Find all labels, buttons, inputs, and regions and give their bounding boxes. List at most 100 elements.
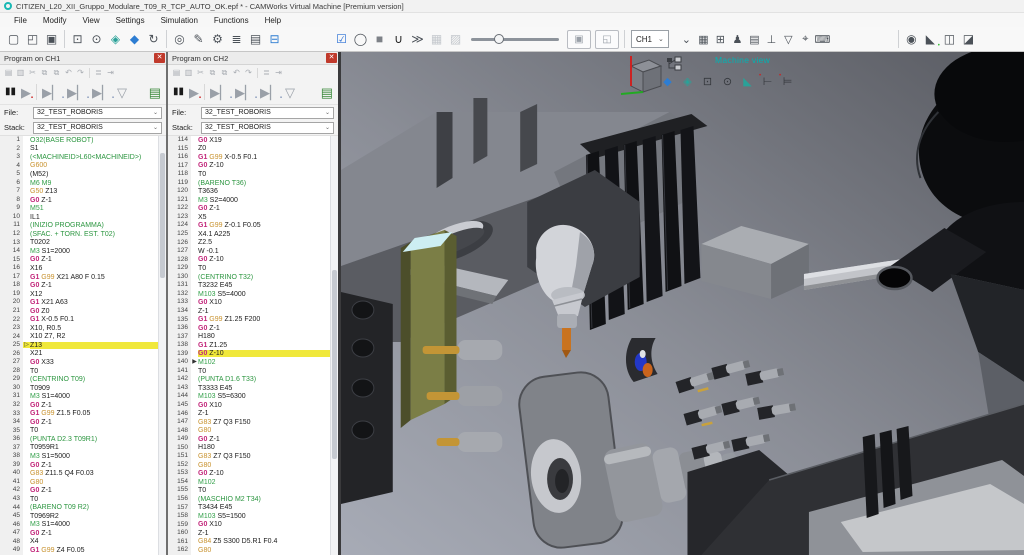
gcode-line[interactable]: 142(PUNTA D1.6 T33) [168,375,331,384]
gcode-line[interactable]: 155T0 [168,486,331,495]
gcode-line[interactable]: 128G0 Z-10 [168,256,331,265]
edit-tool-icon[interactable]: ↶ [63,68,74,77]
gcode-line[interactable]: 129T0 [168,264,331,273]
video-record-button[interactable]: ◫ [940,30,959,49]
gcode-line[interactable]: 21G0 Z0 [0,307,159,316]
gcode-line[interactable]: 158M103 S5=1500 [168,512,331,521]
gcode-line[interactable]: 34G0 Z-1 [0,418,159,427]
gcode-line[interactable]: 38M3 S1=5000 [0,452,159,461]
file-select[interactable]: 32_TEST_ROBORIS ⌄ [201,107,334,119]
gcode-line[interactable]: 23X10, R0.5 [0,324,159,333]
gcode-line[interactable]: 29(CENTRINO T09) [0,375,159,384]
gcode-line[interactable]: 8G0 Z-1 [0,196,159,205]
gcode-line[interactable]: 118T0 [168,170,331,179]
selection-tree-icon[interactable] [666,56,682,72]
step-out-button[interactable]: ▶▏▪ [260,86,280,99]
hold-button[interactable]: ∪ [389,30,408,49]
gcode-line[interactable]: 30T0909 [0,384,159,393]
gcode-line[interactable]: 134Z-1 [168,307,331,316]
doc-button[interactable]: ▤ [149,86,161,99]
stack-select[interactable]: 32_TEST_ROBORIS ⌄ [201,122,334,134]
jog-control-button[interactable]: ⌖ [797,30,814,49]
stop-button[interactable]: ■ [370,30,389,49]
gcode-line[interactable]: 115Z0 [168,145,331,154]
zoom-window-button[interactable]: ⊙ [87,30,106,49]
snapshot-button[interactable]: ▨ [446,30,465,49]
edit-tool-icon[interactable]: ↶ [231,68,242,77]
scrollbar[interactable] [158,136,166,555]
fit-extents-button[interactable]: ⊡ [68,30,87,49]
gcode-line[interactable]: 125X4.1 A225 [168,230,331,239]
gcode-line[interactable]: 1O32(BASE ROBOT) [0,136,159,145]
simulate-toggle[interactable]: ☑ [332,30,351,49]
shaded-cube-icon[interactable]: ◆ [659,73,676,90]
gcode-line[interactable]: 33G1 G99 Z1.5 F0.05 [0,410,159,419]
gcode-line[interactable]: 151G83 Z7 Q3 F150 [168,452,331,461]
gcode-line[interactable]: 4G600 [0,162,159,171]
measure-button[interactable]: ◣• [921,30,940,49]
step-over-button[interactable]: ▶▏▪ [42,86,62,99]
find-button[interactable]: ◎ [170,30,189,49]
gcode-line[interactable]: 138G1 Z1.25 [168,341,331,350]
edit-tool-icon[interactable]: ✂ [195,68,206,77]
edit-tool-icon[interactable]: ⇥ [273,68,284,77]
gcode-line[interactable]: 47G0 Z-1 [0,529,159,538]
monitor-settings-button[interactable]: ⊞ [712,30,729,49]
gcode-line[interactable]: 135G1 G99 Z1.25 F200 [168,315,331,324]
gcode-line[interactable]: 156(MASCHIO M2 T34) [168,495,331,504]
gcode-line[interactable]: 40G83 Z11.5 Q4 F0.03 [0,469,159,478]
gcode-line[interactable]: 141T0 [168,367,331,376]
gcode-line[interactable]: 133G0 X10 [168,298,331,307]
gcode-line[interactable]: 117G0 Z-10 [168,162,331,171]
virtual-monitor-button[interactable]: ⊟ [265,30,284,49]
gcode-line[interactable]: 46M3 S1=4000 [0,521,159,530]
edit-tool-icon[interactable]: ✂ [27,68,38,77]
gcode-line[interactable]: 153G0 Z-10 [168,469,331,478]
gcode-line[interactable]: 157T3434 E45 [168,504,331,513]
fast-forward-button[interactable]: ≫ [408,30,427,49]
zoom-window-icon[interactable]: ⊙ [719,73,736,90]
image-export-button[interactable]: ▣ [567,30,591,49]
process-tree-button[interactable]: ≣ [227,30,246,49]
gcode-line[interactable]: 26X21 [0,350,159,359]
save-file-button[interactable]: ▣ [42,30,61,49]
gcode-line[interactable]: 48X4 [0,538,159,547]
gcode-line[interactable]: 35T0 [0,427,159,436]
gcode-line[interactable]: 32G0 Z-1 [0,401,159,410]
gcode-line[interactable]: 122G0 Z-1 [168,204,331,213]
stack-select[interactable]: 32_TEST_ROBORIS ⌄ [33,122,162,134]
gcode-line[interactable]: 14M3 S1=2000 [0,247,159,256]
gcode-line[interactable]: 145G0 X10 [168,401,331,410]
gcode-line[interactable]: 10IL1 [0,213,159,222]
gcode-line[interactable]: 2S1 [0,145,159,154]
record-button[interactable]: ▦ [427,30,446,49]
kinematic-tree-alt-icon[interactable]: ⊨• [779,73,796,90]
step-over-button[interactable]: ▶▏▪ [210,86,230,99]
gcode-line[interactable]: 159G0 X10 [168,521,331,530]
channel-select[interactable]: CH1⌄ [631,30,669,48]
machine-3d-scene[interactable] [341,52,1024,555]
gcode-line[interactable]: 162G80 [168,546,331,555]
step-into-button[interactable]: ▶▏▪ [67,86,87,99]
gcode-line[interactable]: 39G0 Z-1 [0,461,159,470]
edit-tool-icon[interactable]: ≣ [261,68,272,77]
edit-tool-icon[interactable]: ⧉ [51,68,62,78]
tool-manager-button[interactable]: ⊥ [763,30,780,49]
panel-header[interactable]: Program on CH2 ✕ [168,52,338,65]
gcode-line[interactable]: 139G0 Z-10 [168,350,331,359]
gcode-line[interactable]: 149G0 Z-1 [168,435,331,444]
open-file-button[interactable]: ◰ [23,30,42,49]
file-select[interactable]: 32_TEST_ROBORIS ⌄ [33,107,162,119]
edit-tool-icon[interactable]: ▥ [183,68,194,77]
kinematic-tree-icon[interactable]: ⊢• [759,73,776,90]
edit-program-button[interactable]: ✎ [189,30,208,49]
menu-settings[interactable]: Settings [108,16,153,25]
gcode-line[interactable]: 120T3636 [168,187,331,196]
clipped-edge-button[interactable]: ◪ [959,30,978,49]
part-catcher-button[interactable]: ▽ [780,30,797,49]
gcode-line[interactable]: 7G50 Z13 [0,187,159,196]
gcode-line[interactable]: 44(BARENO T09 R2) [0,504,159,513]
gcode-line[interactable]: 49G1 G99 Z4 F0.05 [0,546,159,555]
section-view-icon[interactable]: ◣ [739,73,756,90]
terminal-button[interactable]: ⌨ [814,30,831,49]
